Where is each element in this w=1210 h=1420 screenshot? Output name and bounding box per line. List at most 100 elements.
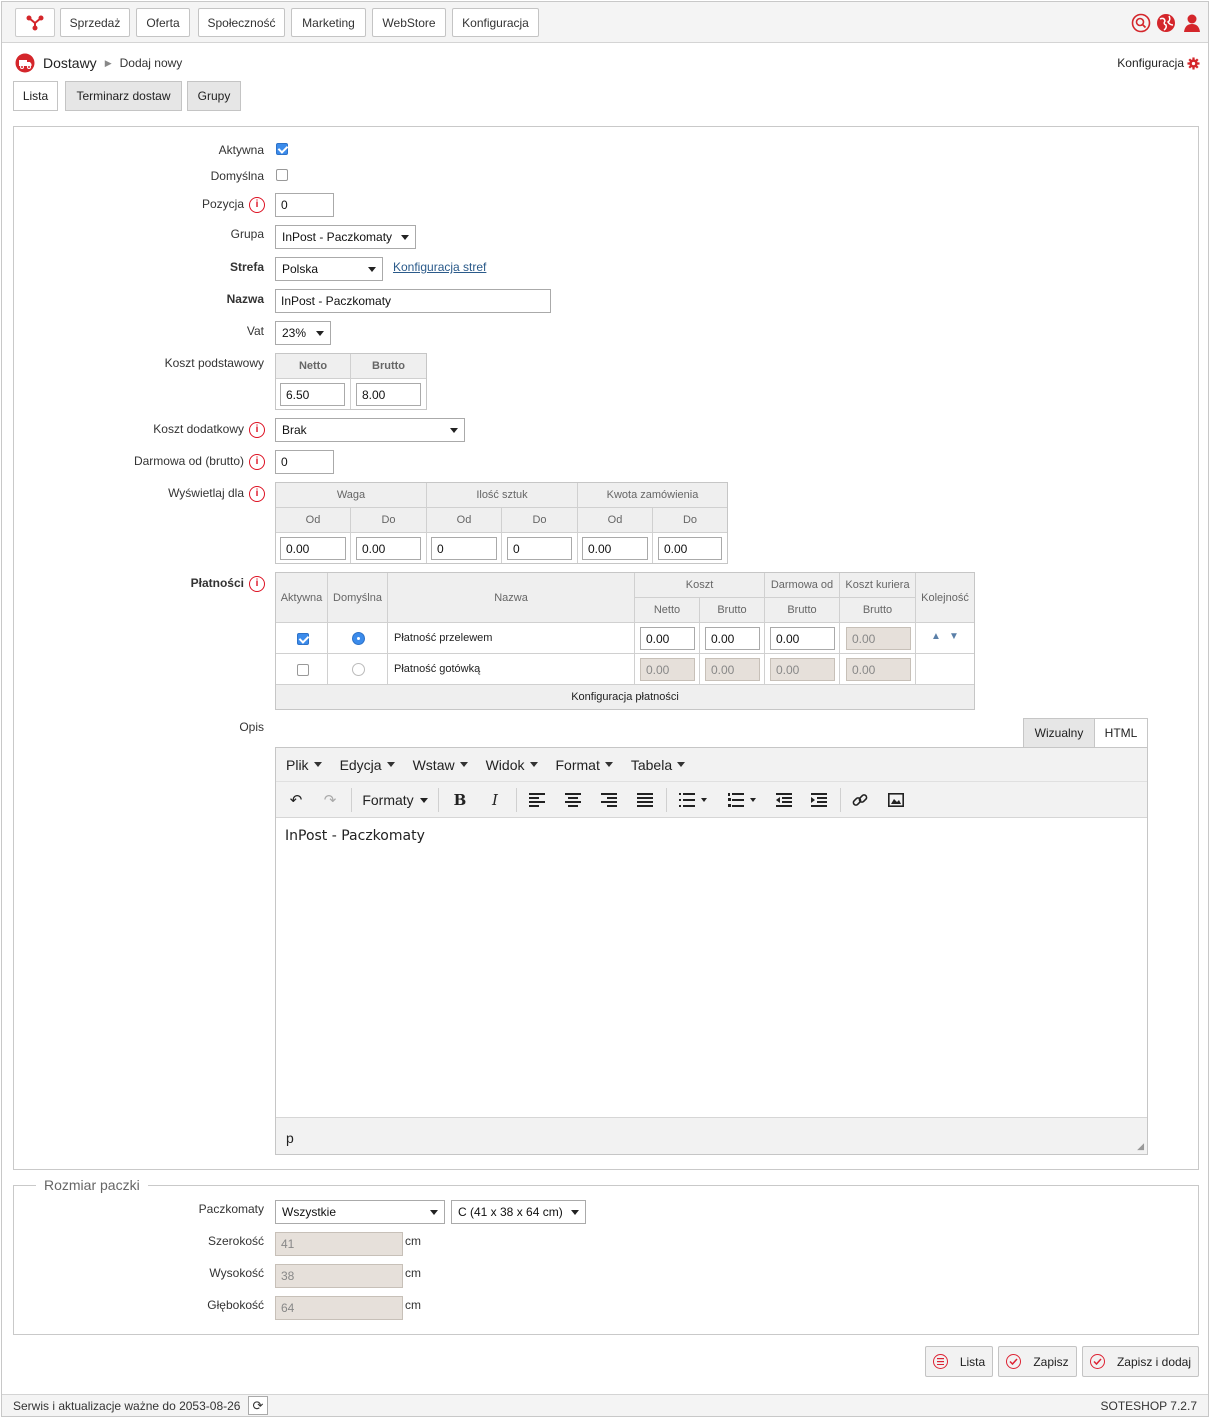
rozmiar-select[interactable]: C (41 x 38 x 64 cm) [451, 1200, 586, 1224]
menu-plik[interactable]: Plik [286, 757, 322, 773]
gotowka-darmowa-input: 0.00 [770, 658, 835, 681]
tab-terminarz-dostaw[interactable]: Terminarz dostaw [65, 81, 182, 111]
align-justify-icon[interactable] [633, 788, 657, 812]
chevron-down-icon [430, 1209, 438, 1215]
platnosc-gotowka-default-radio[interactable] [352, 663, 365, 676]
info-icon[interactable]: i [249, 422, 265, 438]
bold-icon[interactable]: B [448, 788, 472, 812]
ilosc-do-input[interactable]: 0 [507, 537, 572, 560]
darmowa-od-input[interactable]: 0 [275, 450, 334, 474]
info-icon[interactable]: i [249, 197, 265, 213]
undo-icon[interactable]: ↶ [284, 788, 308, 812]
divider [438, 788, 439, 812]
menu-tabela[interactable]: Tabela [631, 757, 686, 773]
info-icon[interactable]: i [249, 576, 265, 592]
lista-button[interactable]: Lista [925, 1346, 993, 1377]
search-icon[interactable] [1130, 12, 1152, 34]
kwota-do-header: Do [653, 508, 727, 533]
platnosc-przelewem-default-radio[interactable] [352, 632, 365, 645]
globe-icon[interactable] [1155, 12, 1177, 34]
breadcrumb-section[interactable]: Dostawy [43, 55, 97, 71]
move-up-icon[interactable]: ▲ [931, 631, 941, 642]
configuration-link[interactable]: Konfiguracja [1117, 56, 1200, 70]
konfiguracja-platnosci-button[interactable]: Konfiguracja płatności [276, 685, 974, 709]
resize-handle-icon[interactable]: ◢ [1137, 1141, 1144, 1152]
zapisz-i-dodaj-button[interactable]: Zapisz i dodaj [1082, 1346, 1199, 1377]
nazwa-input[interactable]: InPost - Paczkomaty [275, 289, 551, 313]
footer-bar: Serwis i aktualizacje ważne do 2053-08-2… [2, 1394, 1208, 1416]
wyswietlaj-dla-label: Wyświetlaj dla [168, 486, 244, 501]
domyslna-checkbox[interactable] [276, 169, 288, 181]
formats-dropdown[interactable]: Formaty [360, 788, 430, 812]
pozycja-input[interactable]: 0 [275, 193, 334, 217]
tab-grupy[interactable]: Grupy [187, 81, 241, 111]
nav-spolecznosc[interactable]: Społeczność [198, 8, 285, 37]
kwota-od-input[interactable]: 0.00 [582, 537, 648, 560]
pozycja-label: Pozycja [201, 197, 244, 212]
tab-wizualny[interactable]: Wizualny [1023, 718, 1095, 748]
app-logo-button[interactable] [15, 8, 55, 37]
nav-webstore[interactable]: WebStore [372, 8, 446, 37]
aktywna-checkbox[interactable] [276, 143, 288, 155]
waga-do-input[interactable]: 0.00 [356, 537, 421, 560]
menu-format[interactable]: Format [556, 757, 613, 773]
platnosc-gotowka-name: Płatność gotówką [394, 663, 481, 675]
wyswietlaj-dla-table: Waga Ilość sztuk Kwota zamówienia Od Do … [275, 482, 728, 564]
platnosc-przelewem-active-checkbox[interactable] [297, 633, 309, 645]
bullet-list-icon[interactable] [674, 788, 712, 812]
grupa-select[interactable]: InPost - Paczkomaty [275, 225, 416, 249]
redo-icon[interactable]: ↷ [318, 788, 342, 812]
nav-marketing[interactable]: Marketing [291, 8, 366, 37]
gotowka-brutto-input: 0.00 [705, 658, 760, 681]
koszt-brutto-input[interactable]: 8.00 [356, 383, 421, 406]
divider [666, 788, 667, 812]
rich-text-editor: Plik Edycja Wstaw Widok Format Tabela ↶ … [275, 747, 1148, 1155]
align-left-icon[interactable] [525, 788, 549, 812]
lista-button-label: Lista [959, 1354, 986, 1369]
menu-edycja[interactable]: Edycja [340, 757, 395, 773]
koszt-netto-input[interactable]: 6.50 [280, 383, 345, 406]
przelewem-darmowa-input[interactable]: 0.00 [770, 627, 835, 650]
info-icon[interactable]: i [249, 486, 265, 502]
vat-select-value: 23% [282, 326, 307, 340]
numbered-list-icon[interactable] [723, 788, 761, 812]
platnosc-gotowka-active-checkbox[interactable] [297, 664, 309, 676]
ilosc-od-input[interactable]: 0 [431, 537, 497, 560]
domyslna-label: Domyślna [210, 169, 264, 183]
italic-icon[interactable]: I [483, 788, 507, 812]
menu-widok[interactable]: Widok [486, 757, 538, 773]
wysokosc-label: Wysokość [209, 1266, 264, 1280]
link-icon[interactable] [848, 788, 872, 812]
nav-oferta[interactable]: Oferta [136, 8, 190, 37]
przelewem-brutto-input[interactable]: 0.00 [705, 627, 760, 650]
strefa-select[interactable]: Polska [275, 257, 383, 281]
przelewem-netto-input[interactable]: 0.00 [640, 627, 695, 650]
move-down-icon[interactable]: ▼ [949, 631, 959, 642]
zapisz-button[interactable]: Zapisz [998, 1346, 1077, 1377]
configuration-link-label: Konfiguracja [1117, 56, 1184, 70]
koszt-dodatkowy-select[interactable]: Brak [275, 418, 465, 442]
waga-od-input[interactable]: 0.00 [280, 537, 346, 560]
wyswietlaj-dla-label-row: Wyświetlaj dla i [15, 486, 265, 502]
menu-wstaw[interactable]: Wstaw [413, 757, 468, 773]
align-center-icon[interactable] [561, 788, 585, 812]
align-right-icon[interactable] [597, 788, 621, 812]
paczkomaty-select[interactable]: Wszystkie [275, 1200, 445, 1224]
indent-icon[interactable] [807, 788, 831, 812]
tab-lista[interactable]: Lista [13, 81, 58, 111]
nav-sprzedaz[interactable]: Sprzedaż [60, 8, 130, 37]
nav-konfiguracja[interactable]: Konfiguracja [452, 8, 539, 37]
chevron-down-icon [313, 762, 322, 767]
info-icon[interactable]: i [249, 454, 265, 470]
editor-content[interactable]: InPost - Paczkomaty [285, 828, 425, 844]
tab-html[interactable]: HTML [1094, 718, 1148, 748]
refresh-icon[interactable]: ⟳ [248, 1396, 268, 1415]
gotowka-kurier-input: 0.00 [846, 658, 911, 681]
kwota-do-input[interactable]: 0.00 [658, 537, 722, 560]
konfiguracja-stref-link[interactable]: Konfiguracja stref [393, 260, 486, 274]
szerokosc-unit: cm [405, 1234, 421, 1248]
user-icon[interactable] [1181, 12, 1203, 34]
image-icon[interactable] [884, 788, 908, 812]
outdent-icon[interactable] [772, 788, 796, 812]
vat-select[interactable]: 23% [275, 321, 331, 345]
